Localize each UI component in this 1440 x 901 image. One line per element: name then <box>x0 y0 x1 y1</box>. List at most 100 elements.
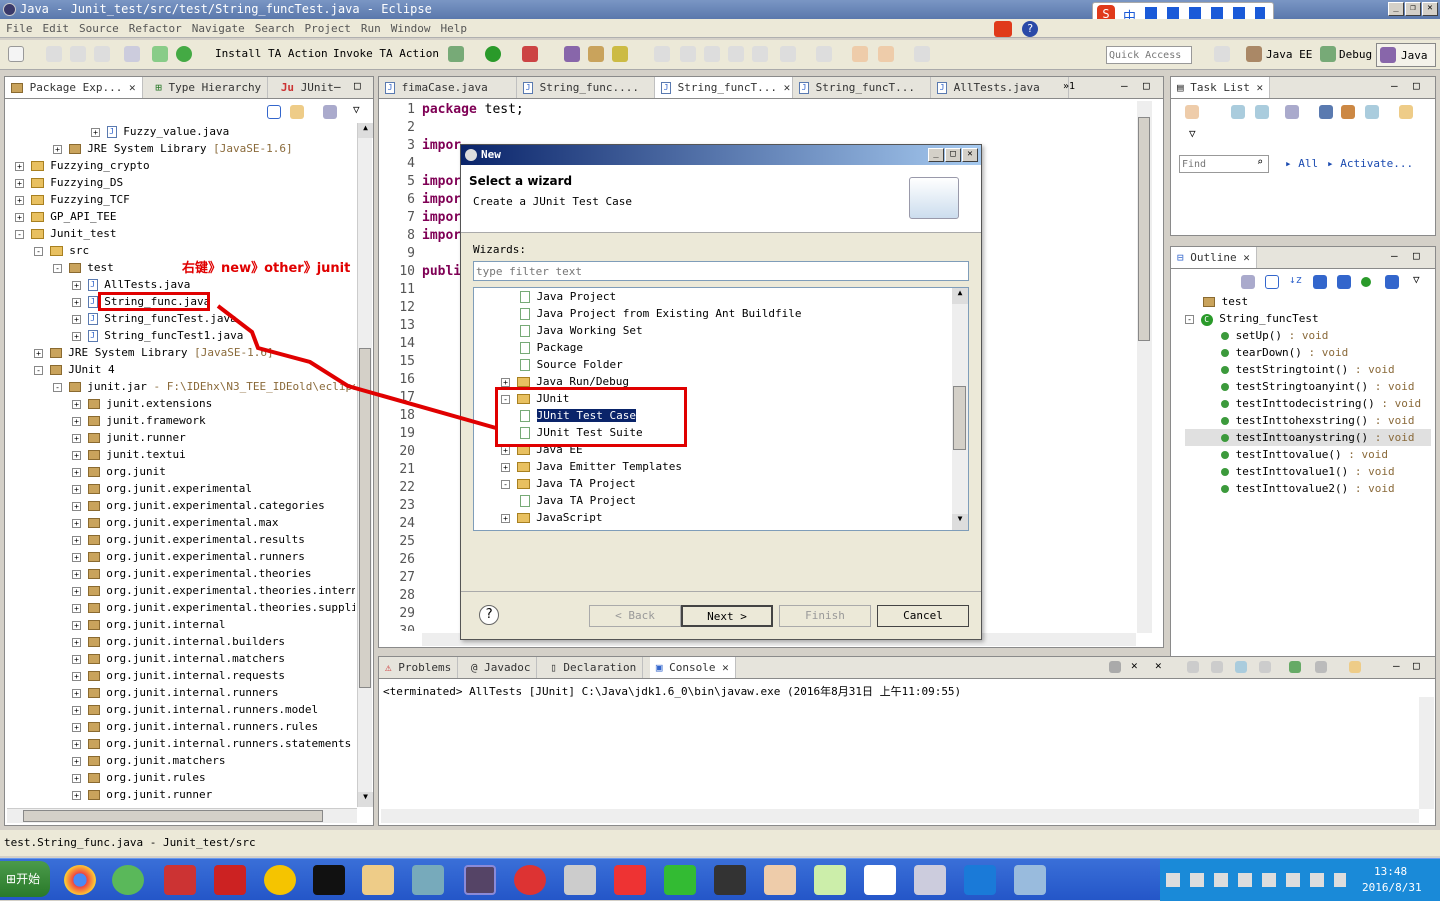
wps-icon[interactable] <box>964 865 996 895</box>
all-tasks-link[interactable]: ▸ All <box>1285 157 1318 170</box>
outline-method-row[interactable]: testInttoanystring() : void <box>1185 429 1431 446</box>
outline-view-menu-icon[interactable]: ▽ <box>1413 273 1420 286</box>
outline-method-row[interactable]: setUp() : void <box>1185 327 1431 344</box>
remove-all-icon[interactable]: ✕ <box>1155 659 1162 672</box>
command-prompt-icon[interactable] <box>313 865 345 895</box>
pdf-icon[interactable] <box>214 865 246 895</box>
clear-console-icon[interactable] <box>1187 661 1199 673</box>
schedule-icon[interactable] <box>1255 105 1269 119</box>
tab-outline[interactable]: ⊟ Outline ✕ <box>1171 247 1257 268</box>
display-console-icon[interactable] <box>1315 661 1327 673</box>
notepad-icon[interactable] <box>814 865 846 895</box>
pin-console-icon[interactable] <box>1289 661 1301 673</box>
tab-declaration[interactable]: ▯ Declaration <box>544 657 644 678</box>
hide-nonpublic-icon[interactable] <box>1361 277 1371 287</box>
console-maximize-icon[interactable]: □ <box>1413 659 1420 672</box>
app-logo-icon[interactable] <box>864 865 896 895</box>
status-text: test.String_func.java - Junit_test/src <box>4 836 256 849</box>
public-method-icon <box>1221 468 1229 476</box>
outline-method-row[interactable]: testInttovalue() : void <box>1185 446 1431 463</box>
categorize-icon[interactable] <box>1231 105 1245 119</box>
media-player-icon[interactable] <box>514 865 546 895</box>
sogou-app-icon[interactable] <box>714 865 746 895</box>
spreadsheet-icon[interactable] <box>664 865 696 895</box>
outline-package-row[interactable]: test <box>1185 293 1431 310</box>
hide-fields-icon[interactable] <box>1313 275 1327 289</box>
method-name: testInttovalue() <box>1235 448 1342 461</box>
word-wrap-icon[interactable] <box>1235 661 1247 673</box>
outline-class-row[interactable]: - C String_funcTest <box>1185 310 1431 327</box>
tab-javadoc[interactable]: @ Javadoc <box>465 657 538 678</box>
outline-method-row[interactable]: testStringtoanyint() : void <box>1185 378 1431 395</box>
link-app-icon[interactable] <box>764 865 796 895</box>
close-icon[interactable]: ✕ <box>722 661 729 674</box>
tab-console[interactable]: ▣ Console ✕ <box>649 657 736 678</box>
outline-method-row[interactable]: testInttodecistring() : void <box>1185 395 1431 412</box>
public-method-icon <box>1221 332 1229 340</box>
outline-method-row[interactable]: testInttovalue2() : void <box>1185 480 1431 497</box>
paint-icon[interactable] <box>1014 865 1046 895</box>
public-method-icon <box>1221 451 1229 459</box>
outline-method-row[interactable]: testStringtoint() : void <box>1185 361 1431 378</box>
method-name: setUp() <box>1235 329 1282 342</box>
outline-focus-icon[interactable] <box>1241 275 1255 289</box>
browser-refresh-icon[interactable] <box>112 865 144 895</box>
terminate-icon[interactable] <box>1109 661 1121 673</box>
g-app-icon[interactable] <box>614 865 646 895</box>
close-icon[interactable]: ✕ <box>1256 81 1263 94</box>
outline-tree: test - C String_funcTest setUp() : void … <box>1185 293 1431 497</box>
expand-toggle[interactable]: - <box>1185 314 1194 324</box>
hide-static-icon[interactable] <box>1337 275 1351 289</box>
outline-minimize-icon[interactable]: — <box>1391 249 1398 262</box>
problems-icon: ⚠ <box>385 661 392 674</box>
outline-collapse-icon[interactable] <box>1265 275 1279 289</box>
declaration-icon: ▯ <box>550 661 557 674</box>
activate-link[interactable]: ▸ Activate... <box>1327 157 1413 170</box>
open-console-icon[interactable] <box>1349 661 1361 673</box>
remove-launch-icon[interactable]: ✕ <box>1131 659 1138 672</box>
java-ee-ide-icon[interactable] <box>464 865 496 895</box>
outline-maximize-icon[interactable]: □ <box>1413 249 1420 262</box>
collapse-tasks-icon[interactable] <box>1319 105 1333 119</box>
sort-icon[interactable]: ↓z <box>1289 273 1302 286</box>
find-search-icon: ⌕ <box>1257 157 1264 168</box>
task-minimize-icon[interactable]: — <box>1391 79 1398 92</box>
chrome-icon[interactable] <box>64 865 96 895</box>
console-vertical-scrollbar[interactable] <box>1419 697 1434 809</box>
calculator-icon[interactable] <box>914 865 946 895</box>
file-explorer-icon[interactable] <box>362 865 394 895</box>
outline-method-row[interactable]: testInttohexstring() : void <box>1185 412 1431 429</box>
start-button[interactable]: ⊞开始 <box>0 861 50 897</box>
outline-method-row[interactable]: tearDown() : void <box>1185 344 1431 361</box>
show-on-output-icon[interactable] <box>1259 661 1271 673</box>
task-list-icon: ▤ <box>1177 81 1184 94</box>
hide-completed-icon[interactable] <box>1285 105 1299 119</box>
outline-icon: ⊟ <box>1177 251 1184 264</box>
synchronize-icon[interactable] <box>1341 105 1355 119</box>
status-bar: test.String_func.java - Junit_test/src <box>0 830 1440 856</box>
console-minimize-icon[interactable]: — <box>1393 659 1400 672</box>
close-icon[interactable]: ✕ <box>1243 251 1250 264</box>
hide-local-types-icon[interactable] <box>1385 275 1399 289</box>
method-name: testInttovalue1() <box>1235 465 1349 478</box>
outline-method-row[interactable]: testInttovalue1() : void <box>1185 463 1431 480</box>
app-globe-icon[interactable] <box>412 865 444 895</box>
task-repo-icon[interactable] <box>1365 105 1379 119</box>
task-find-input[interactable] <box>1179 155 1269 173</box>
remote-desktop-icon[interactable] <box>564 865 596 895</box>
tab-problems[interactable]: ⚠ Problems <box>379 657 459 678</box>
task-sync-icon[interactable] <box>1399 105 1413 119</box>
scroll-lock-icon[interactable] <box>1211 661 1223 673</box>
bottom-tabs: ⚠ Problems @ Javadoc ▯ Declaration ▣ Con… <box>379 657 1435 679</box>
task-maximize-icon[interactable]: □ <box>1413 79 1420 92</box>
tray-icons[interactable] <box>1166 873 1346 887</box>
public-method-icon <box>1221 485 1229 493</box>
ultraedit-icon[interactable] <box>264 865 296 895</box>
method-name: testStringtoint() <box>1235 363 1349 376</box>
tab-task-list[interactable]: ▤ Task List ✕ <box>1171 77 1271 98</box>
toolbox-icon[interactable] <box>164 865 196 895</box>
console-horizontal-scrollbar[interactable] <box>381 809 1419 823</box>
new-task-icon[interactable] <box>1185 105 1199 119</box>
outline-method-list: setUp() : void tearDown() : void testStr… <box>1185 327 1431 497</box>
task-view-menu-icon[interactable]: ▽ <box>1189 127 1196 140</box>
